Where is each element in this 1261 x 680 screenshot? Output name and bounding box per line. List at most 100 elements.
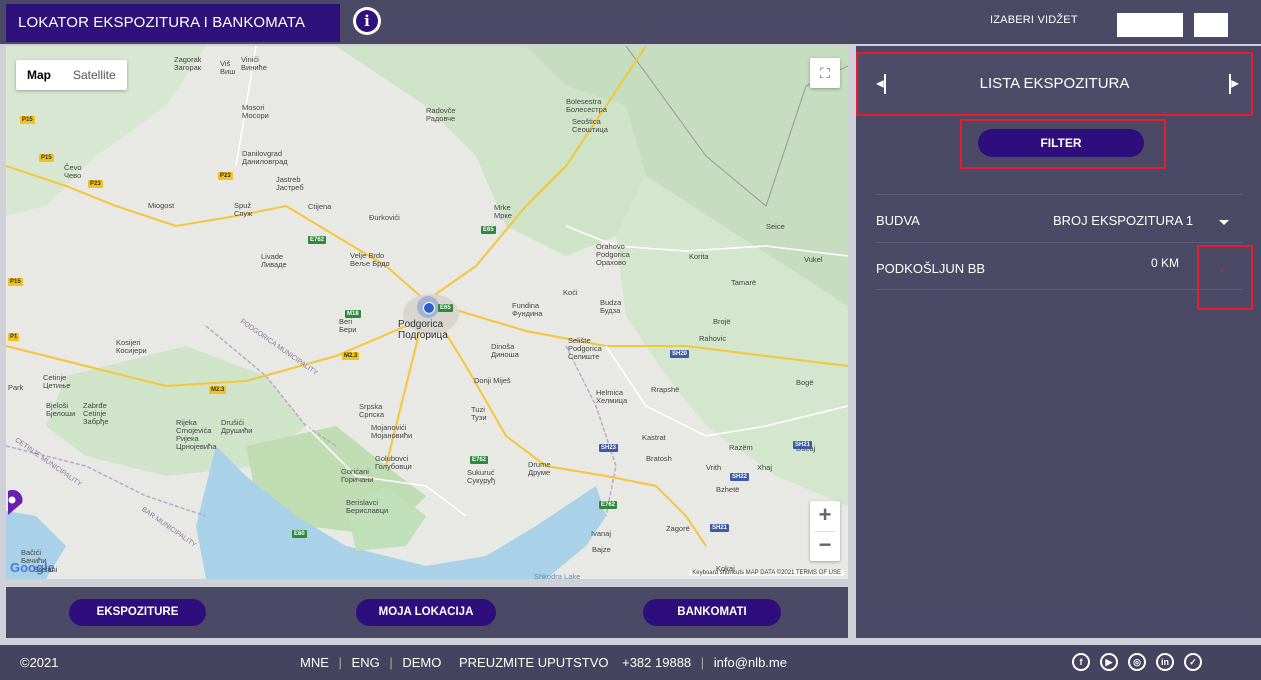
map-place-label: Бачићи <box>21 556 47 565</box>
map-place-label: Bogë <box>796 378 814 387</box>
map-place-label: Tamarë <box>731 278 757 287</box>
social-links: f ▶ ◎ in ✓ <box>1072 653 1202 671</box>
map-place-label: SH21 <box>793 441 813 449</box>
widget-select-input[interactable] <box>1117 13 1183 37</box>
filter-button[interactable]: FILTER <box>978 129 1144 157</box>
map-place-label: P15 <box>39 154 54 162</box>
map-place-label: Bratosh <box>646 454 672 463</box>
map-place-label: Загорак <box>174 63 202 72</box>
demo-link[interactable]: DEMO <box>402 655 441 670</box>
map-place-label: E762 <box>470 456 489 464</box>
branch-count[interactable]: BROJ EKSPOZITURA 1 <box>1053 213 1193 228</box>
map-type-toggle: Map Satellite <box>16 60 127 90</box>
map-place-label: Тузи <box>471 413 487 422</box>
map-place-label: Xhaj <box>757 463 773 472</box>
linkedin-icon[interactable]: in <box>1156 653 1174 671</box>
widget-select-button[interactable] <box>1194 13 1228 37</box>
map-place-label: Српска <box>359 410 385 419</box>
next-arrow-icon[interactable]: ▶ <box>1229 74 1239 94</box>
branches-button[interactable]: EKSPOZITURE <box>69 599 206 626</box>
map-place-label: Друме <box>528 468 551 477</box>
map-place-label: Kokaj <box>716 564 735 573</box>
map-place-label: Виш <box>220 67 236 76</box>
branch-marker[interactable] <box>6 489 24 517</box>
lang-mne-link[interactable]: MNE <box>300 655 329 670</box>
separator: | <box>338 655 342 670</box>
map-place-label: E80 <box>292 530 307 538</box>
map-place-label: Чево <box>64 171 82 180</box>
city-name[interactable]: BUDVA <box>876 213 920 228</box>
facebook-icon[interactable]: f <box>1072 653 1090 671</box>
map-place-label: SH21 <box>710 524 730 532</box>
map-place-label: E65 <box>438 304 453 312</box>
fullscreen-button[interactable]: ⛶ <box>810 58 840 88</box>
widget-select-label: IZABERI VIDŽET <box>990 14 1078 26</box>
map-place-label: Ctijena <box>308 202 332 211</box>
map-place-label: Виниће <box>241 63 267 72</box>
map-place-label: Будза <box>600 306 621 315</box>
map-place-label: Селиште <box>568 352 600 361</box>
zoom-divider <box>815 531 835 532</box>
map-type-map[interactable]: Map <box>16 60 62 90</box>
map-place-label: Korita <box>689 252 709 261</box>
map-place-label: Забрђе <box>83 417 109 426</box>
map-place-label: Shkodra Lake <box>534 572 581 580</box>
map-place-label: Голубовци <box>375 462 412 471</box>
divider <box>876 242 1243 243</box>
map-place-label: Цетиње <box>43 381 71 390</box>
map-place-label: Мојановићи <box>371 431 413 440</box>
my-location-button[interactable]: MOJA LOKACIJA <box>356 599 496 626</box>
zoom-out-button[interactable]: − <box>810 531 840 561</box>
map-place-label: Bzhetë <box>716 485 740 494</box>
map-place-label: M2.3 <box>342 352 360 360</box>
map-place-label: Сеоштица <box>572 125 608 134</box>
map-place-label: Podgorica <box>398 319 444 330</box>
map-place-label: E762 <box>308 236 327 244</box>
map-place-label: Хелмица <box>596 396 628 405</box>
map-place-label: Горичани <box>341 475 374 484</box>
atms-button[interactable]: BANKOMATI <box>643 599 781 626</box>
divider <box>876 194 1243 195</box>
map-place-label: Мрке <box>494 211 512 220</box>
map-place-label: P23 <box>88 180 103 188</box>
chevron-down-icon[interactable] <box>1219 220 1229 225</box>
instagram-icon[interactable]: ◎ <box>1128 653 1146 671</box>
download-guide-link[interactable]: PREUZMITE UPUTSTVO <box>459 655 609 670</box>
top-bar: LOKATOR EKSPOZITURA I BANKOMATA i IZABER… <box>0 0 1261 44</box>
map-place-label: P15 <box>8 278 23 286</box>
panel-header: ◀ LISTA EKSPOZITURA ▶ <box>856 52 1253 116</box>
map-place-label: SH20 <box>670 350 690 358</box>
info-icon: i <box>356 10 378 32</box>
branch-list-panel: ◀ LISTA EKSPOZITURA ▶ FILTER BUDVA BROJ … <box>856 46 1261 638</box>
branch-name[interactable]: PODKOŠLJUN BB <box>876 261 985 276</box>
map-place-label: M2.3 <box>209 386 227 394</box>
map-place-label: E762 <box>599 501 618 509</box>
map-place-label: Razëm <box>729 443 753 452</box>
map-place-label: P23 <box>218 172 233 180</box>
twitter-icon[interactable]: ✓ <box>1184 653 1202 671</box>
map-place-label: Miogost <box>148 201 175 210</box>
info-button[interactable]: i <box>353 7 381 35</box>
phone-number[interactable]: +382 19888 <box>622 655 691 670</box>
details-highlight <box>1197 245 1253 310</box>
panel-title: LISTA EKSPOZITURA <box>979 75 1130 92</box>
email-link[interactable]: info@nlb.me <box>714 655 787 670</box>
chevron-right-icon[interactable]: › <box>1220 264 1224 276</box>
map-place-label: Stefani <box>34 565 58 574</box>
app-title: LOKATOR EKSPOZITURA I BANKOMATA <box>6 4 340 42</box>
zoom-control: + − <box>810 501 840 561</box>
map-place-label: Бјелоши <box>46 409 76 418</box>
map-place-label: Vrith <box>706 463 722 472</box>
map-place-label: Сукуруђ <box>467 476 496 485</box>
map-place-label: Rrapshë <box>651 385 680 394</box>
map-view[interactable]: Map Satellite ⛶ + − Google Keyboard shor… <box>6 46 848 579</box>
youtube-icon[interactable]: ▶ <box>1100 653 1118 671</box>
divider <box>876 289 1243 290</box>
map-place-label: Koći <box>563 288 578 297</box>
current-location-marker <box>417 296 439 318</box>
map-place-label: Бери <box>339 325 357 334</box>
map-attribution[interactable]: Keyboard shortcuts MAP DATA ©2021 TERMS … <box>689 570 844 576</box>
map-type-satellite[interactable]: Satellite <box>62 60 127 90</box>
zoom-in-button[interactable]: + <box>810 501 840 531</box>
lang-eng-link[interactable]: ENG <box>352 655 380 670</box>
